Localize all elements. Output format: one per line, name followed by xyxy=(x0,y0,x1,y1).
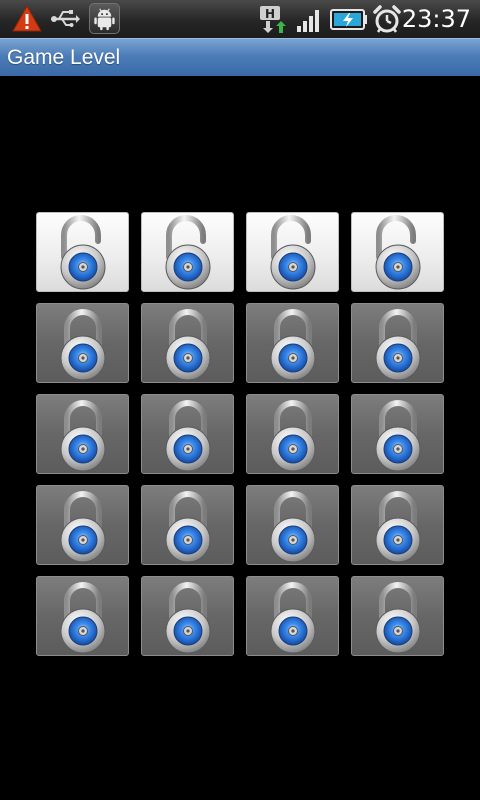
level-tile[interactable] xyxy=(36,394,129,474)
status-bar: H 23:37 xyxy=(0,0,480,39)
signal-icon xyxy=(294,4,324,34)
alarm-clock-icon xyxy=(372,4,402,34)
usb-icon xyxy=(50,4,80,34)
level-tile[interactable] xyxy=(36,303,129,383)
level-tile[interactable] xyxy=(351,303,444,383)
locked-padlock-icon xyxy=(265,306,321,382)
unlocked-padlock-icon xyxy=(370,215,426,291)
level-tile[interactable] xyxy=(36,212,129,292)
level-tile[interactable] xyxy=(246,485,339,565)
hsdpa-icon: H xyxy=(258,4,288,34)
unlocked-padlock-icon xyxy=(265,215,321,291)
battery-charging-icon xyxy=(330,4,368,34)
status-clock: 23:37 xyxy=(401,5,471,33)
level-tile[interactable] xyxy=(141,212,234,292)
screen: H 23:37 Game Level xyxy=(0,0,480,800)
warning-icon xyxy=(12,4,42,34)
unlocked-padlock-icon xyxy=(55,215,111,291)
level-grid xyxy=(36,212,444,656)
level-tile[interactable] xyxy=(246,394,339,474)
android-debug-icon xyxy=(89,3,120,34)
locked-padlock-icon xyxy=(370,306,426,382)
locked-padlock-icon xyxy=(265,579,321,655)
page-title: Game Level xyxy=(7,46,121,69)
locked-padlock-icon xyxy=(265,488,321,564)
level-tile[interactable] xyxy=(141,576,234,656)
title-bar: Game Level xyxy=(0,38,480,76)
locked-padlock-icon xyxy=(55,306,111,382)
svg-text:H: H xyxy=(265,7,275,21)
unlocked-padlock-icon xyxy=(160,215,216,291)
level-tile[interactable] xyxy=(246,303,339,383)
level-tile[interactable] xyxy=(351,485,444,565)
level-tile[interactable] xyxy=(246,576,339,656)
locked-padlock-icon xyxy=(160,579,216,655)
locked-padlock-icon xyxy=(370,579,426,655)
locked-padlock-icon xyxy=(370,488,426,564)
level-tile[interactable] xyxy=(36,485,129,565)
locked-padlock-icon xyxy=(55,488,111,564)
locked-padlock-icon xyxy=(160,397,216,473)
level-tile[interactable] xyxy=(141,485,234,565)
locked-padlock-icon xyxy=(265,397,321,473)
level-tile[interactable] xyxy=(351,394,444,474)
level-tile[interactable] xyxy=(351,212,444,292)
level-tile[interactable] xyxy=(141,394,234,474)
level-tile[interactable] xyxy=(36,576,129,656)
locked-padlock-icon xyxy=(370,397,426,473)
level-tile[interactable] xyxy=(141,303,234,383)
locked-padlock-icon xyxy=(55,579,111,655)
level-tile[interactable] xyxy=(351,576,444,656)
locked-padlock-icon xyxy=(160,306,216,382)
level-tile[interactable] xyxy=(246,212,339,292)
locked-padlock-icon xyxy=(55,397,111,473)
locked-padlock-icon xyxy=(160,488,216,564)
